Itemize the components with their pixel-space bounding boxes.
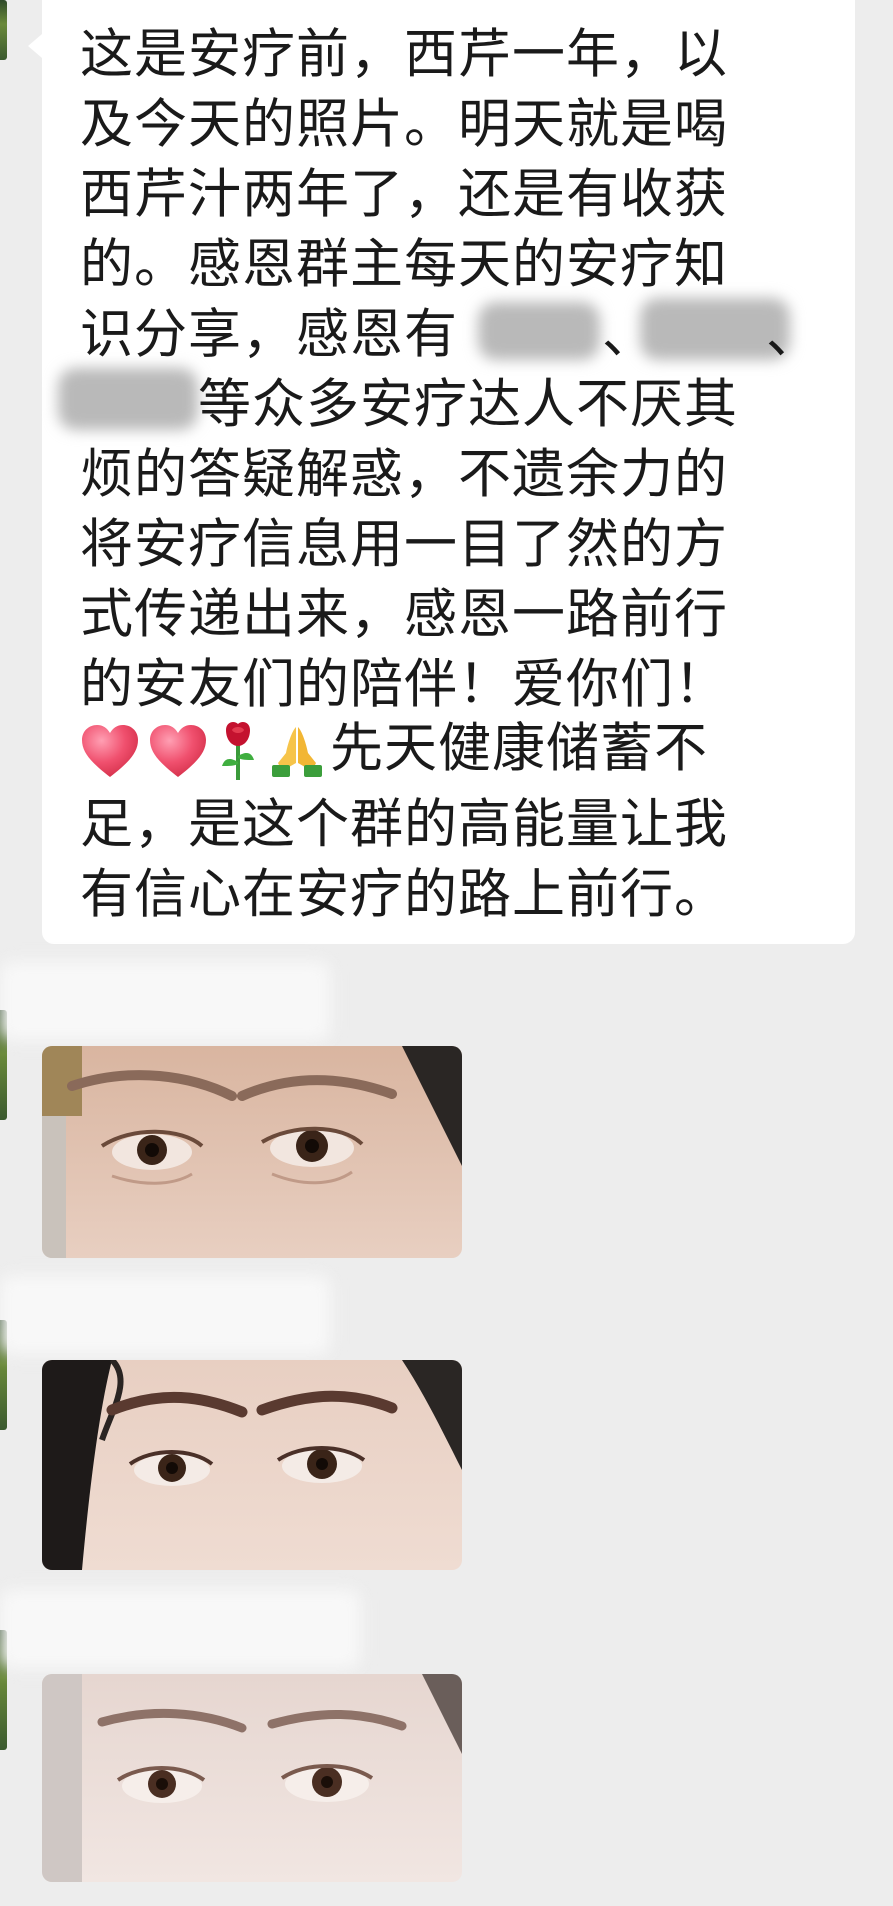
pray-emoji bbox=[268, 723, 326, 779]
name-separator: 、 bbox=[766, 304, 820, 365]
heart-emoji bbox=[80, 723, 140, 779]
message-line: 式传递出来，感恩一路前行 bbox=[80, 584, 728, 645]
chat-screen: 这是安疗前，西芹一年，以 及今天的照片。明天就是喝 西芹汁两年了，还是有收获 的… bbox=[0, 0, 893, 1906]
avatar[interactable] bbox=[0, 0, 7, 60]
message-line: 的。感恩群主每天的安疗知 bbox=[80, 234, 728, 295]
message-line: 这是安疗前，西芹一年，以 bbox=[80, 24, 728, 85]
message-line: 的安友们的陪伴！爱你们！ bbox=[80, 654, 728, 715]
message-line: 等众多安疗达人不厌其 bbox=[198, 374, 738, 435]
photo-before[interactable] bbox=[42, 1046, 462, 1258]
message-line: 烦的答疑解惑，不遗余力的 bbox=[80, 444, 728, 505]
photo-one-year[interactable] bbox=[42, 1360, 462, 1570]
message-line: 足，是这个群的高能量让我 bbox=[80, 794, 728, 855]
message-line: 西芹汁两年了，还是有收获 bbox=[80, 164, 728, 225]
bubble-tail bbox=[28, 34, 42, 58]
sender-name-blurred bbox=[0, 1590, 360, 1668]
message-line: 将安疗信息用一目了然的方 bbox=[80, 514, 728, 575]
heart-emoji bbox=[148, 723, 208, 779]
sender-name-blurred bbox=[0, 962, 330, 1040]
photo-today[interactable] bbox=[42, 1674, 462, 1882]
message-line: 先天健康储蓄不 bbox=[330, 718, 708, 779]
rose-emoji bbox=[216, 720, 260, 782]
message-line: 识分享，感恩有 bbox=[80, 304, 458, 365]
message-line: 有信心在安疗的路上前行。 bbox=[80, 864, 728, 925]
message-line: 及今天的照片。明天就是喝 bbox=[80, 94, 728, 155]
emoji-line: 先天健康储蓄不 bbox=[80, 714, 708, 784]
redacted-name bbox=[478, 302, 600, 360]
sender-name-blurred bbox=[0, 1276, 330, 1354]
redacted-name bbox=[58, 368, 198, 430]
